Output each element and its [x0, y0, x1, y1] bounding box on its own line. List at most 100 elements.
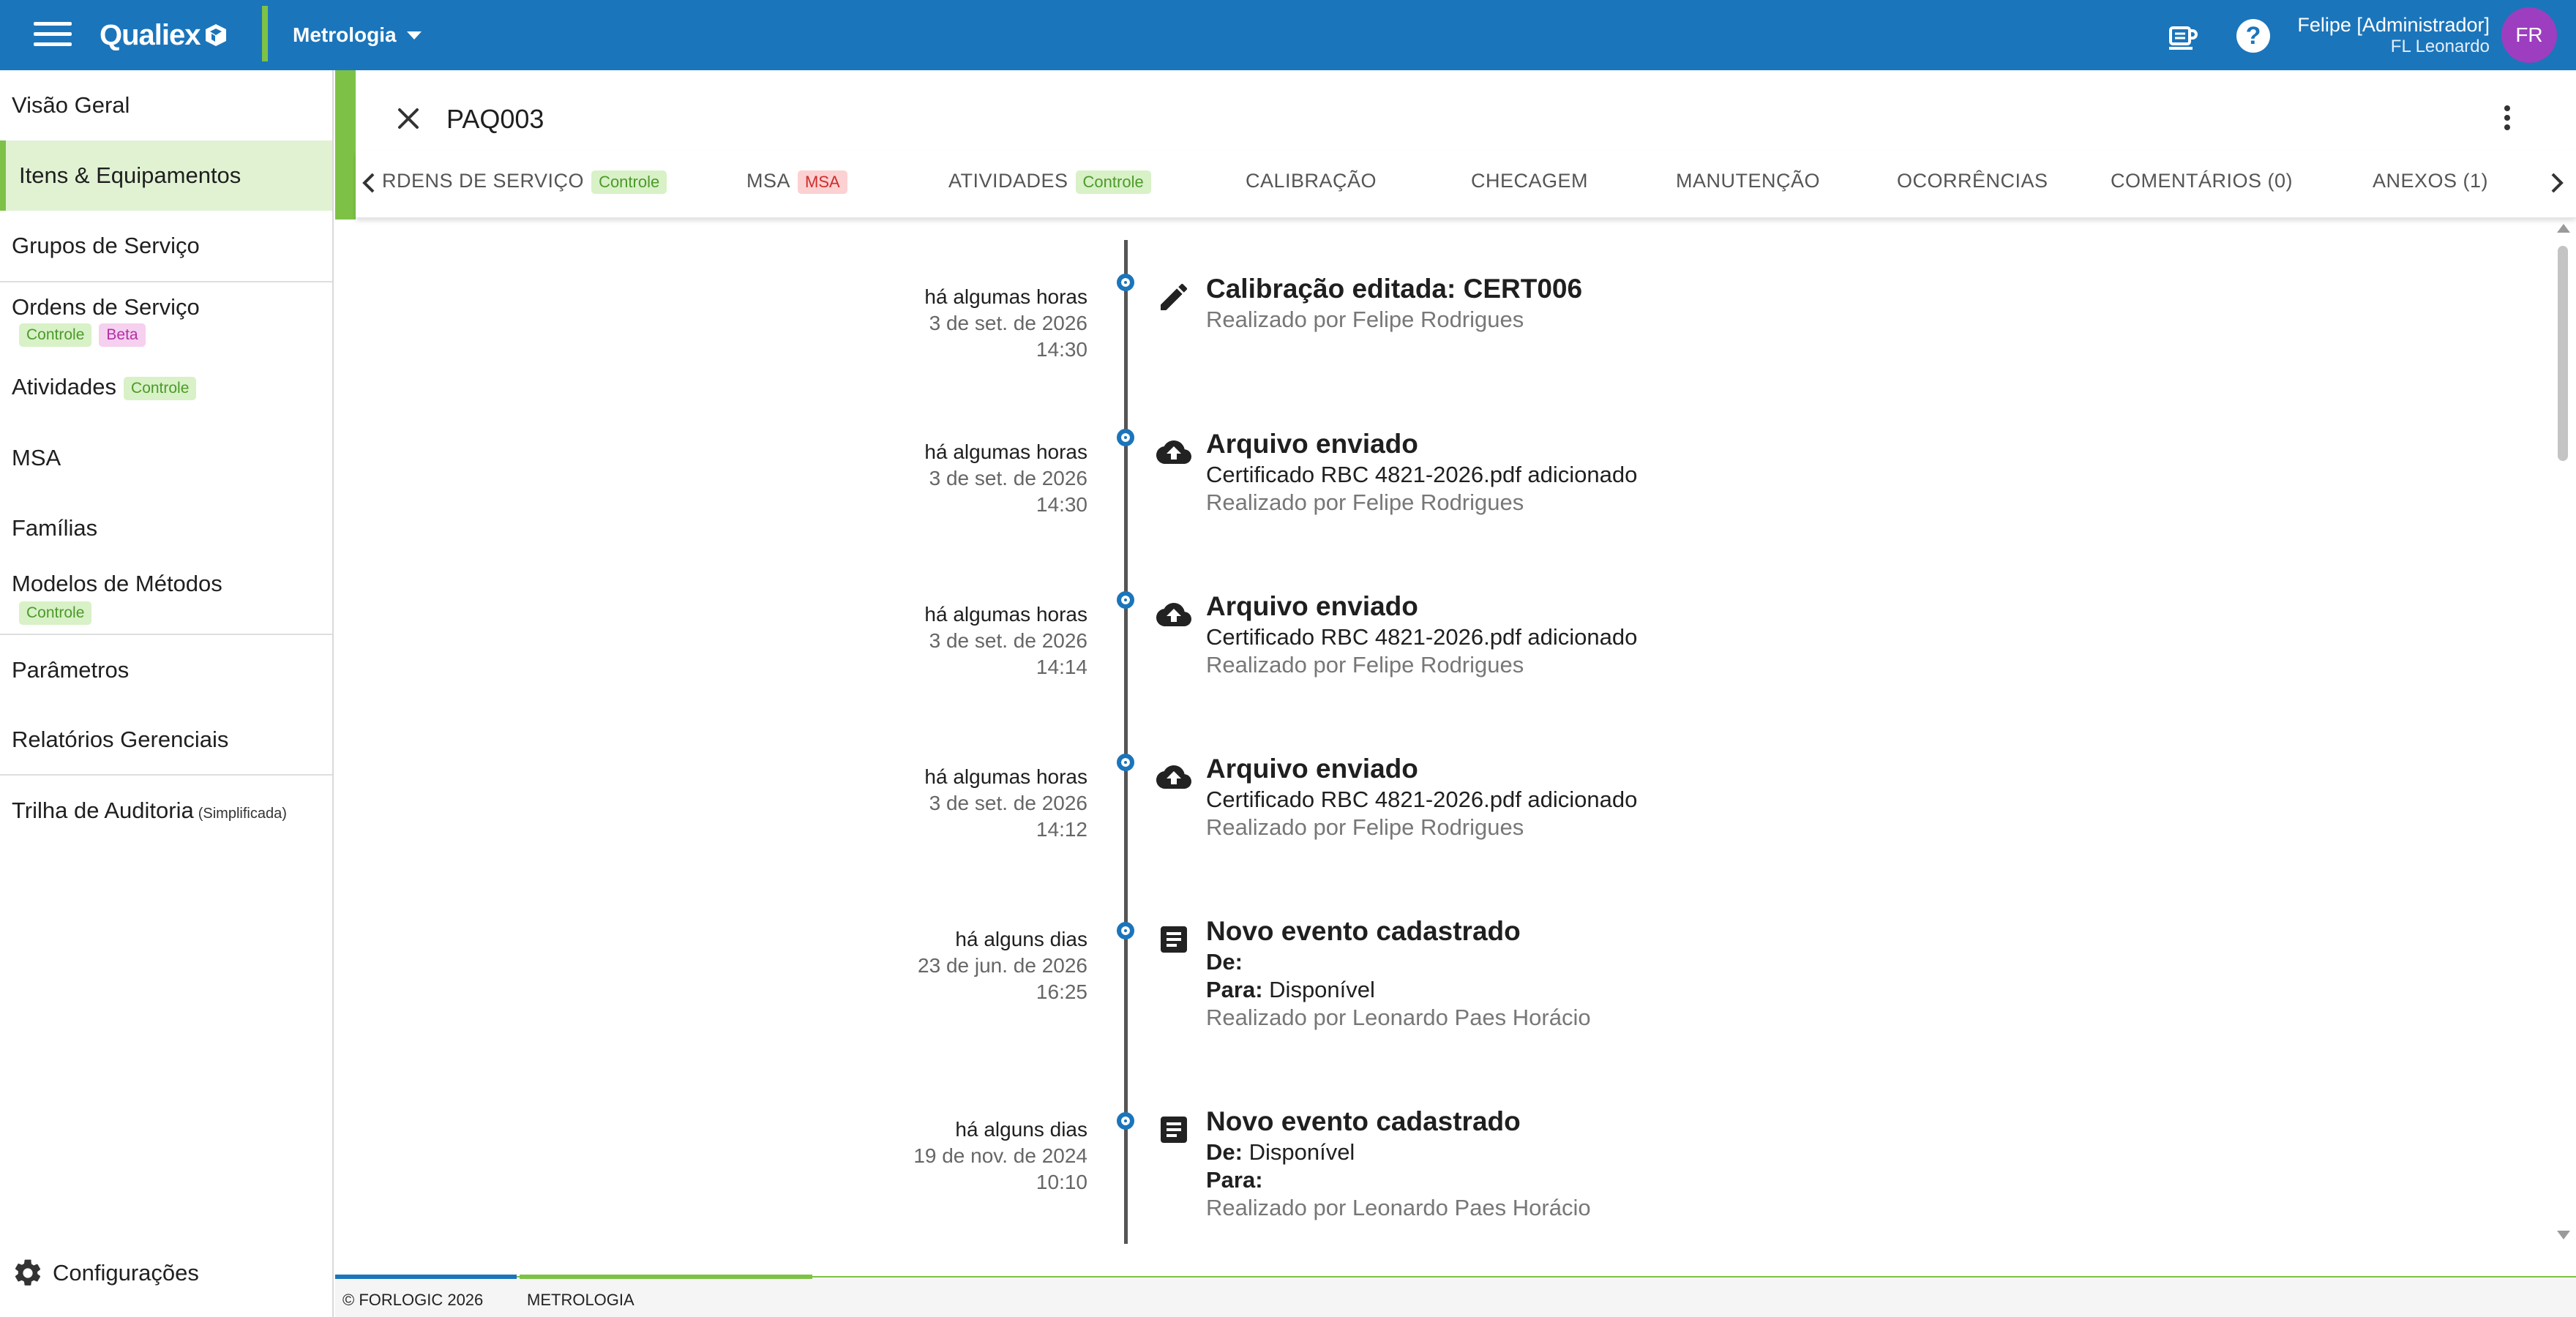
- footer-accent-blue: [335, 1275, 517, 1279]
- controle-badge: Controle: [19, 601, 92, 625]
- scroll-down-arrow-icon[interactable]: [2557, 1231, 2570, 1239]
- controle-badge: Controle: [19, 323, 92, 347]
- tab-msa[interactable]: MSA MSA: [746, 170, 847, 194]
- coffee-cup-icon[interactable]: [2166, 20, 2198, 53]
- timeline-dot: [1117, 1112, 1134, 1130]
- pencil-icon: [1161, 283, 1188, 310]
- more-vert-icon[interactable]: [2500, 105, 2515, 135]
- sidebar-item-modelos-de-metodos[interactable]: Modelos de Métodos Controle: [0, 563, 332, 634]
- sidebar-item-label: Visão Geral: [12, 92, 130, 118]
- event-clock: 16:25: [1036, 980, 1087, 1003]
- sidebar-item-label: Ordens de Serviço: [12, 294, 200, 320]
- sidebar-item-familias[interactable]: Famílias: [0, 493, 332, 563]
- sidebar-item-itens-equipamentos[interactable]: Itens & Equipamentos: [0, 140, 332, 211]
- sidebar-item-label: Parâmetros: [12, 657, 130, 683]
- event-clock: 10:10: [1036, 1171, 1087, 1193]
- event-author: Realizado por Felipe Rodrigues: [1206, 652, 1524, 678]
- sidebar-item-configuracoes[interactable]: Configurações: [12, 1257, 199, 1289]
- event-from: De:: [1206, 948, 1591, 976]
- to-label: Para:: [1206, 977, 1263, 1002]
- from-label: De:: [1206, 1139, 1243, 1165]
- event-time: há algumas horas 3 de set. de 2026 14:14: [732, 601, 1087, 680]
- sidebar-item-relatorios-gerenciais[interactable]: Relatórios Gerenciais: [0, 705, 332, 774]
- tab-manutencao[interactable]: MANUTENÇÃO: [1676, 170, 1820, 192]
- chevron-left-icon[interactable]: [356, 164, 385, 202]
- tab-label: COMENTÁRIOS (0): [2111, 170, 2294, 192]
- tab-anexos[interactable]: ANEXOS (1): [2373, 170, 2488, 192]
- event-relative-time: há alguns dias: [955, 928, 1087, 950]
- sidebar-item-label: Trilha de Auditoria: [12, 798, 194, 823]
- event-title: Novo evento cadastrado: [1206, 1106, 1521, 1136]
- sidebar-item-trilha-de-auditoria[interactable]: Trilha de Auditoria (Simplificada): [0, 776, 332, 846]
- event-time: há algumas horas 3 de set. de 2026 14:30: [732, 284, 1087, 363]
- tab-ocorrencias[interactable]: OCORRÊNCIAS: [1897, 170, 2048, 192]
- sidebar-item-msa[interactable]: MSA: [0, 423, 332, 493]
- timeline-dot: [1117, 429, 1134, 446]
- event-body: Novo evento cadastrado De: Para: Disponí…: [1206, 915, 1591, 1032]
- sidebar-item-label: Atividades: [12, 374, 117, 399]
- panel-accent-strip: [335, 70, 356, 220]
- app-logo[interactable]: Qualiex: [100, 16, 228, 54]
- event-author: Realizado por Leonardo Paes Horácio: [1206, 1005, 1591, 1030]
- timeline-dot: [1117, 922, 1134, 939]
- event-detail: Certificado RBC 4821-2026.pdf adicionado: [1206, 787, 1638, 812]
- document-icon: [1161, 1117, 1187, 1143]
- timeline-line: [1124, 240, 1128, 1244]
- event-clock: 14:30: [1036, 493, 1087, 516]
- tab-atividades[interactable]: ATIVIDADES Controle: [948, 170, 1151, 194]
- sidebar-item-parametros[interactable]: Parâmetros: [0, 635, 332, 705]
- event-title: Arquivo enviado: [1206, 591, 1418, 621]
- event-time: há alguns dias 23 de jun. de 2026 16:25: [732, 926, 1087, 1005]
- tab-label: RDENS DE SERVIÇO: [382, 170, 585, 192]
- event-relative-time: há algumas horas: [924, 285, 1087, 308]
- scrollbar[interactable]: [2556, 224, 2570, 1239]
- hamburger-menu-icon[interactable]: [34, 22, 72, 48]
- tab-calibracao[interactable]: CALIBRAÇÃO: [1246, 170, 1377, 192]
- event-author: Realizado por Felipe Rodrigues: [1206, 814, 1524, 840]
- tab-label: OCORRÊNCIAS: [1897, 170, 2048, 192]
- from-label: De:: [1206, 949, 1243, 975]
- to-value: Disponível: [1269, 977, 1375, 1002]
- event-title: Arquivo enviado: [1206, 754, 1418, 784]
- chevron-down-icon: [406, 31, 422, 40]
- user-info[interactable]: Felipe [Administrador] FL Leonardo: [2297, 13, 2490, 57]
- tab-ordens-de-servico[interactable]: RDENS DE SERVIÇO Controle: [382, 170, 667, 194]
- event-author: Realizado por Leonardo Paes Horácio: [1206, 1195, 1591, 1220]
- tab-comentarios[interactable]: COMENTÁRIOS (0): [2111, 170, 2293, 192]
- event-to: Para: Disponível: [1206, 976, 1591, 1004]
- event-time: há algumas horas 3 de set. de 2026 14:30: [732, 439, 1087, 518]
- from-value: Disponível: [1248, 1139, 1355, 1165]
- tab-label: CHECAGEM: [1471, 170, 1589, 192]
- event-time: há alguns dias 19 de nov. de 2024 10:10: [732, 1117, 1087, 1196]
- beta-badge: Beta: [99, 323, 146, 347]
- event-body: Arquivo enviado Certificado RBC 4821-202…: [1206, 427, 1637, 517]
- sidebar-item-label: Grupos de Serviço: [12, 233, 200, 258]
- event-to: Para:: [1206, 1166, 1591, 1194]
- logo-text: Qualiex: [100, 18, 201, 51]
- tab-checagem[interactable]: CHECAGEM: [1471, 170, 1588, 192]
- chevron-right-icon[interactable]: [2541, 164, 2570, 202]
- help-icon[interactable]: ?: [2236, 19, 2270, 53]
- scrollbar-thumb[interactable]: [2558, 246, 2568, 461]
- sidebar-item-label: Itens & Equipamentos: [19, 162, 242, 188]
- event-author: Realizado por Felipe Rodrigues: [1206, 489, 1524, 515]
- close-icon[interactable]: [395, 105, 422, 132]
- to-label: Para:: [1206, 1167, 1263, 1193]
- cloud-upload-icon: [1156, 440, 1191, 464]
- sidebar: Visão Geral Itens & Equipamentos Grupos …: [0, 70, 334, 1317]
- module-select[interactable]: Metrologia: [293, 19, 422, 51]
- event-date: 3 de set. de 2026: [929, 312, 1087, 334]
- event-date: 19 de nov. de 2024: [913, 1144, 1087, 1167]
- sidebar-item-ordens-de-servico[interactable]: Ordens de Serviço Controle Beta: [0, 282, 332, 351]
- sidebar-item-visao-geral[interactable]: Visão Geral: [0, 70, 332, 140]
- timeline-dot: [1117, 754, 1134, 771]
- scroll-up-arrow-icon[interactable]: [2557, 224, 2570, 233]
- tab-label: ATIVIDADES: [948, 170, 1068, 192]
- sidebar-item-atividades[interactable]: Atividades Controle: [0, 351, 332, 423]
- event-relative-time: há algumas horas: [924, 440, 1087, 463]
- sidebar-item-grupos-de-servico[interactable]: Grupos de Serviço: [0, 211, 332, 281]
- cloud-upload-icon: [1156, 603, 1191, 626]
- footer-module: METROLOGIA: [527, 1291, 634, 1309]
- avatar[interactable]: FR: [2501, 7, 2557, 63]
- controle-badge: Controle: [591, 170, 667, 194]
